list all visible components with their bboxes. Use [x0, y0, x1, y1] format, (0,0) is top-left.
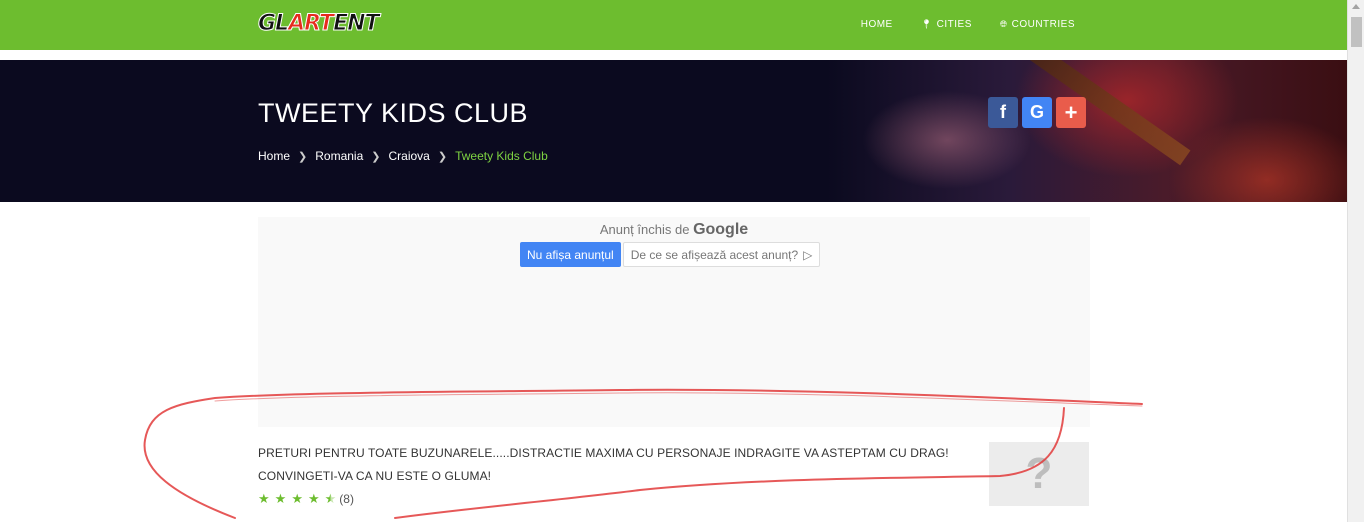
top-navbar: GLARTENT HOME 📍︎ CITIES 🌐︎ COUNTRIES: [0, 0, 1347, 50]
breadcrumb: Home ❯ Romania ❯ Craiova ❯ Tweety Kids C…: [258, 149, 548, 163]
listing-description: PRETURI PENTRU TOATE BUZUNARELE.....DIST…: [258, 446, 949, 483]
page-title: TWEETY KIDS CLUB: [258, 98, 529, 128]
page: GLARTENT HOME 📍︎ CITIES 🌐︎ COUNTRIES TWEET…: [0, 0, 1364, 522]
more-share-button[interactable]: +: [1056, 97, 1086, 128]
chevron-right-icon: ❯: [298, 150, 308, 163]
star-full-icon: ★: [274, 491, 287, 506]
hide-ad-button[interactable]: Nu afișa anunțul: [520, 242, 621, 267]
logo-text-part1: GL: [257, 11, 289, 37]
nav-cities-label: CITIES: [936, 19, 972, 30]
chevron-right-icon: ❯: [371, 150, 381, 163]
breadcrumb-country[interactable]: Romania: [315, 149, 363, 163]
hero-banner: TWEETY KIDS CLUB Home ❯ Romania ❯ Craiov…: [0, 60, 1347, 202]
nav-countries-label: COUNTRIES: [1011, 19, 1075, 30]
nav-home[interactable]: HOME: [861, 19, 893, 30]
question-mark-icon: ?: [1025, 449, 1053, 498]
why-this-ad-label: De ce se afișează acest anunț?: [630, 247, 799, 262]
why-this-ad-button[interactable]: De ce se afișează acest anunț? ▷: [622, 242, 821, 267]
logo-text-part2: ART: [288, 11, 335, 37]
star-full-icon: ★: [258, 491, 270, 506]
nav-countries[interactable]: 🌐︎ COUNTRIES: [1000, 19, 1075, 30]
nav-cities[interactable]: 📍︎ CITIES: [921, 19, 972, 30]
facebook-share-button[interactable]: f: [988, 97, 1018, 128]
google-share-button[interactable]: G: [1022, 97, 1052, 128]
plus-icon: +: [1064, 99, 1078, 125]
chevron-right-icon: ❯: [437, 150, 448, 163]
google-wordmark: Google: [693, 221, 749, 238]
breadcrumb-home[interactable]: Home: [258, 149, 290, 163]
star-full-icon: ★: [291, 491, 303, 506]
ad-closed-message: Anunț închis de Google: [258, 221, 1090, 239]
breadcrumb-city[interactable]: Craiova: [388, 149, 429, 163]
page-scrollbar[interactable]: [1347, 0, 1364, 522]
breadcrumb-current: Tweety Kids Club: [455, 149, 548, 163]
map-marker-icon: 📍︎: [920, 19, 933, 29]
ad-feedback-buttons: Nu afișa anunțul De ce se afișează acest…: [520, 242, 821, 267]
scrollbar-thumb[interactable]: [1351, 17, 1362, 47]
google-icon: G: [1029, 102, 1044, 122]
star-rating: ★ ★ ★ ★ ★ (8): [258, 491, 354, 507]
star-half-icon: ★: [324, 491, 337, 506]
rating-count: (8): [339, 492, 354, 506]
star-full-icon: ★: [307, 491, 320, 506]
site-logo[interactable]: GLARTENT: [257, 11, 380, 37]
ad-container: Anunț închis de Google Nu afișa anunțul …: [258, 217, 1090, 427]
listing-thumbnail-placeholder[interactable]: ?: [989, 442, 1089, 506]
ad-closed-text: Anunț închis de: [599, 222, 690, 237]
globe-icon: 🌐︎: [999, 19, 1008, 29]
main-nav: HOME 📍︎ CITIES 🌐︎ COUNTRIES: [861, 19, 1075, 30]
scroll-up-arrow-icon[interactable]: [1352, 4, 1360, 9]
logo-text-part3: ENT: [333, 11, 380, 37]
nav-home-label: HOME: [860, 19, 893, 30]
facebook-icon: f: [1000, 102, 1006, 122]
play-icon: ▷: [803, 247, 813, 262]
social-share-buttons: f G +: [988, 97, 1086, 128]
